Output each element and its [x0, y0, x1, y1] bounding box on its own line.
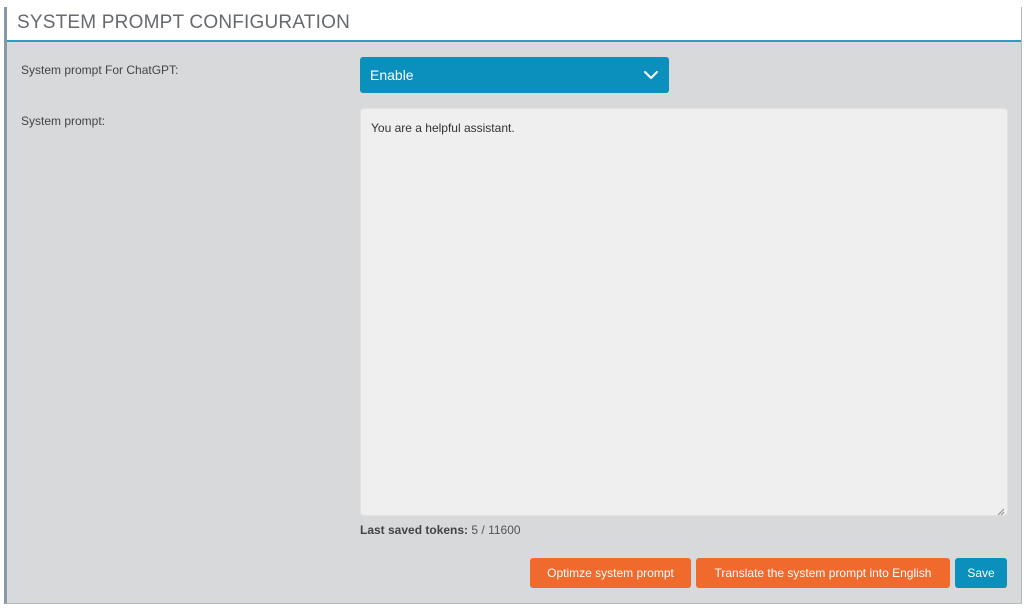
optimize-prompt-button[interactable]: Optimze system prompt	[530, 558, 691, 588]
resize-handle-icon[interactable]	[995, 503, 1005, 516]
panel-header: SYSTEM PROMPT CONFIGURATION	[7, 7, 1021, 42]
system-prompt-panel: SYSTEM PROMPT CONFIGURATION System promp…	[4, 7, 1022, 604]
chatgpt-label: System prompt For ChatGPT:	[21, 63, 179, 77]
panel-title: SYSTEM PROMPT CONFIGURATION	[17, 12, 350, 33]
select-value: Enable	[370, 67, 414, 83]
translate-prompt-button[interactable]: Translate the system prompt into English	[696, 558, 950, 588]
system-prompt-textarea[interactable]: You are a helpful assistant.	[360, 108, 1008, 516]
tokens-value: 5 / 11600	[471, 523, 521, 537]
chevron-down-icon	[643, 67, 659, 83]
tokens-label: Last saved tokens:	[360, 523, 469, 537]
save-button[interactable]: Save	[955, 558, 1007, 588]
last-saved-tokens: Last saved tokens: 5 / 11600	[360, 523, 521, 537]
chatgpt-enable-select[interactable]: Enable	[360, 57, 669, 93]
system-prompt-text: You are a helpful assistant.	[371, 121, 515, 135]
system-prompt-label: System prompt:	[21, 114, 106, 128]
